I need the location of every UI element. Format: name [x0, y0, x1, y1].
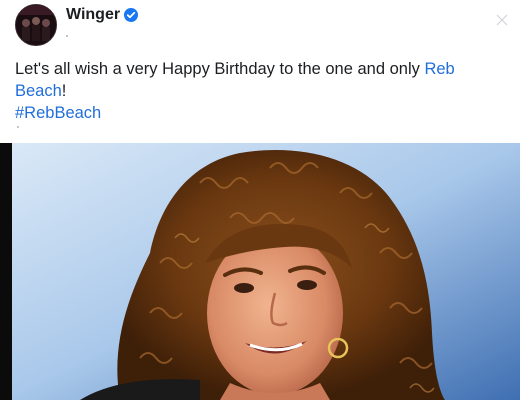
post-text-end: !: [61, 82, 67, 100]
timestamp-dot: [66, 35, 68, 37]
post-body: Let's all wish a very Happy Birthday to …: [15, 58, 510, 124]
post-text: Let's all wish a very Happy Birthday to …: [15, 60, 425, 78]
hashtag-link[interactable]: #RebBeach: [15, 104, 101, 122]
verified-badge-icon: [124, 8, 138, 22]
band-photo-avatar: [16, 5, 56, 45]
portrait-image: [0, 143, 520, 400]
post-header: Winger: [0, 0, 520, 60]
close-icon[interactable]: [496, 14, 508, 26]
separator-dot: [17, 126, 19, 128]
post-photo[interactable]: [0, 143, 520, 400]
avatar[interactable]: [15, 4, 57, 46]
page-name-link[interactable]: Winger: [66, 6, 120, 24]
